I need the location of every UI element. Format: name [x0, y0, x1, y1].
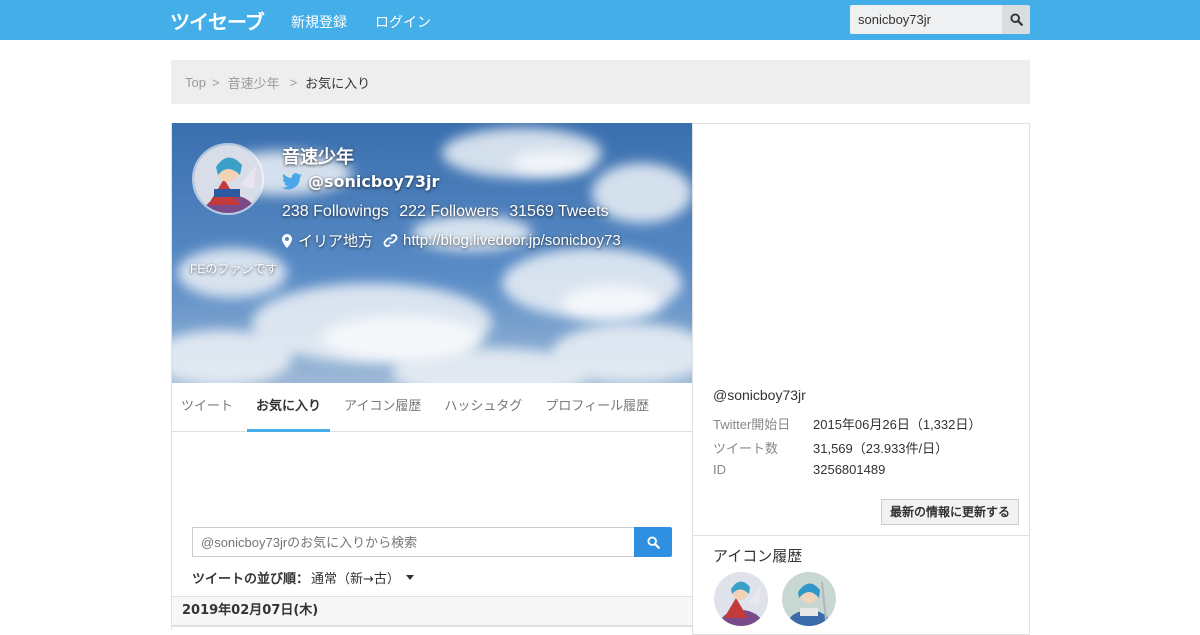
breadcrumb: Top > 音速少年 > お気に入り	[171, 60, 1030, 104]
header-search-input[interactable]	[850, 5, 1002, 34]
favorites-search-input[interactable]	[192, 527, 635, 557]
info-value: 31,569（23.933件/日）	[813, 441, 949, 456]
sort-label: ツイートの並び順：	[192, 572, 310, 587]
login-link[interactable]: ログイン	[375, 12, 431, 32]
favorites-search-button[interactable]	[634, 527, 672, 557]
followings-count: 238 Followings	[282, 203, 389, 220]
sort-order-selector[interactable]: ツイートの並び順： 通常（新→古）	[192, 568, 414, 587]
site-logo[interactable]: ツイセーブ	[170, 6, 265, 35]
profile-stats: 238 Followings 222 Followers 31569 Tweet…	[282, 203, 615, 221]
profile-meta: イリア地方 http://blog.livedoor.jp/sonicboy73	[282, 230, 621, 251]
info-value: 2015年06月26日（1,332日）	[813, 417, 982, 432]
breadcrumb-current: お気に入り	[305, 75, 371, 91]
profile-location: イリア地方	[298, 233, 374, 250]
map-marker-icon	[282, 233, 292, 248]
icon-history-title: アイコン履歴	[713, 547, 803, 565]
breadcrumb-separator: >	[211, 74, 220, 90]
update-info-button[interactable]: 最新の情報に更新する	[881, 499, 1019, 525]
profile-avatar[interactable]	[192, 143, 264, 215]
search-icon	[646, 535, 660, 549]
icon-history-avatar[interactable]	[714, 572, 768, 626]
tab-hashtags[interactable]: ハッシュタグ	[435, 383, 531, 431]
profile-handle[interactable]: @sonicboy73jr	[308, 172, 439, 191]
info-handle: @sonicboy73jr	[713, 387, 806, 403]
tab-favorites[interactable]: お気に入り	[247, 383, 331, 432]
profile-name: 音速少年	[282, 147, 354, 168]
date-header: 2019年02月07日(木)	[172, 596, 692, 627]
tab-icon-history[interactable]: アイコン履歴	[335, 383, 430, 431]
profile-bio: FEのファンです	[190, 262, 278, 276]
tweets-count: 31569 Tweets	[509, 203, 609, 220]
profile-handle-row: @sonicboy73jr	[282, 172, 439, 191]
signup-link[interactable]: 新規登録	[291, 12, 347, 32]
profile-header: 音速少年 @sonicboy73jr 238 Followings 222 Fo…	[172, 123, 692, 383]
caret-down-icon	[405, 575, 414, 580]
icon-history-avatar[interactable]	[782, 572, 836, 626]
search-icon	[1009, 13, 1023, 26]
favorites-search	[192, 527, 672, 557]
twitter-bird-icon	[282, 173, 302, 190]
breadcrumb-top[interactable]: Top	[185, 75, 206, 90]
tab-tweets[interactable]: ツイート	[172, 383, 242, 431]
info-key: Twitter開始日	[713, 417, 791, 432]
sort-value[interactable]: 通常（新→古）	[311, 568, 400, 587]
link-icon	[383, 234, 398, 247]
header-search	[850, 5, 1030, 34]
info-key: ID	[713, 462, 726, 477]
info-key: ツイート数	[713, 441, 779, 456]
breadcrumb-separator: >	[289, 74, 298, 90]
header-search-button[interactable]	[1002, 5, 1030, 34]
breadcrumb-user[interactable]: 音速少年	[228, 73, 280, 92]
followers-count: 222 Followers	[399, 203, 499, 220]
tab-profile-history[interactable]: プロフィール履歴	[536, 383, 658, 431]
profile-tabs: ツイート お気に入り アイコン履歴 ハッシュタグ プロフィール履歴	[172, 383, 692, 432]
top-navbar: ツイセーブ 新規登録 ログイン	[0, 0, 1200, 40]
info-value: 3256801489	[813, 462, 886, 477]
profile-url[interactable]: http://blog.livedoor.jp/sonicboy73	[403, 232, 621, 249]
